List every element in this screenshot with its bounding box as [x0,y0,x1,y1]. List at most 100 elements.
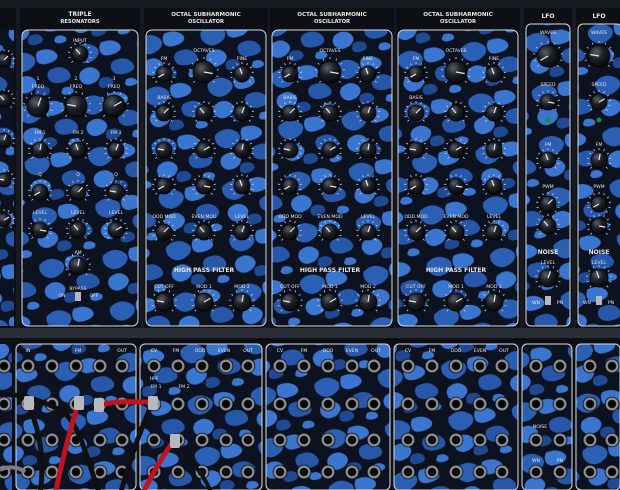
patch-jack[interactable] [424,464,440,480]
jack-label: FM 2 [179,384,190,390]
patch-jack[interactable] [604,358,620,374]
patch-jack[interactable] [424,396,440,412]
bypass-toggle[interactable] [75,292,81,301]
patch-jack[interactable] [552,432,568,448]
patch-jack[interactable] [528,464,544,480]
patch-jack[interactable] [448,358,464,374]
patch-jack[interactable] [320,432,336,448]
patch-jack[interactable] [424,432,440,448]
patch-jack[interactable] [218,358,234,374]
patch-jack[interactable] [494,464,510,480]
jack-label: OUT [117,348,127,354]
patch-jack[interactable] [296,432,312,448]
patch-jack[interactable] [552,464,568,480]
label: FM 1 [35,130,46,136]
patch-jack[interactable] [582,358,598,374]
patch-jack[interactable] [448,396,464,412]
patch-jack[interactable] [424,358,440,374]
patch-jack[interactable] [494,432,510,448]
patch-jack[interactable] [448,464,464,480]
patch-jack[interactable] [0,358,12,374]
patch-jack[interactable] [272,464,288,480]
patch-jack[interactable] [68,464,84,480]
patch-jack[interactable] [582,464,598,480]
label: MOD 1 [448,284,464,290]
patch-jack[interactable] [400,432,416,448]
patch-jack[interactable] [552,396,568,412]
patch-jack[interactable] [0,432,12,448]
patch-jack[interactable] [92,432,108,448]
label: CUT OFF [406,284,426,290]
patch-jack[interactable] [240,464,256,480]
patch-jack[interactable] [114,432,130,448]
patch-jack[interactable] [240,396,256,412]
patch-jack[interactable] [272,432,288,448]
noise-toggle[interactable] [596,296,602,305]
label: FM 2 [73,130,84,136]
patch-jack[interactable] [344,464,360,480]
patch-jack[interactable] [44,432,60,448]
patch-jack[interactable] [582,396,598,412]
patch-jack[interactable] [20,358,36,374]
patch-jack[interactable] [344,358,360,374]
patch-jack[interactable] [296,358,312,374]
patch-jack[interactable] [604,464,620,480]
patch-jack[interactable] [146,358,162,374]
patch-jack[interactable] [604,432,620,448]
patch-jack[interactable] [472,358,488,374]
noise-toggle[interactable] [545,296,551,305]
patch-jack[interactable] [218,464,234,480]
patch-jack[interactable] [400,358,416,374]
patch-jack[interactable] [344,432,360,448]
patch-jack[interactable] [448,432,464,448]
patch-jack[interactable] [582,432,598,448]
patch-jack[interactable] [320,396,336,412]
patch-jack[interactable] [296,396,312,412]
patch-jack[interactable] [170,464,186,480]
patch-jack[interactable] [114,358,130,374]
patch-jack[interactable] [68,358,84,374]
patch-jack[interactable] [400,396,416,412]
patch-jack[interactable] [528,396,544,412]
patch-jack[interactable] [194,358,210,374]
patch-jack[interactable] [400,464,416,480]
patch-jack[interactable] [472,432,488,448]
patch-jack[interactable] [344,396,360,412]
patch-jack[interactable] [272,396,288,412]
patch-jack[interactable] [528,432,544,448]
patch-jack[interactable] [240,358,256,374]
patch-jack[interactable] [92,358,108,374]
patch-jack[interactable] [240,432,256,448]
patch-jack[interactable] [194,432,210,448]
patch-jack[interactable] [44,358,60,374]
patch-jack[interactable] [218,396,234,412]
patch-jack[interactable] [494,396,510,412]
patch-jack[interactable] [218,432,234,448]
patch-jack[interactable] [0,396,12,412]
patch-jack[interactable] [20,432,36,448]
patch-jack[interactable] [552,358,568,374]
patch-jack[interactable] [170,358,186,374]
section-title: NOISE [589,249,610,256]
label: OCTAVES [319,48,340,54]
patch-jack[interactable] [146,432,162,448]
patch-jack[interactable] [366,358,382,374]
patch-jack[interactable] [320,464,336,480]
patch-jack[interactable] [272,358,288,374]
patch-jack[interactable] [194,396,210,412]
patch-jack[interactable] [296,464,312,480]
patch-jack[interactable] [472,396,488,412]
label: ODD MOD [152,214,176,220]
label: SPEED [540,82,555,88]
patch-jack[interactable] [366,396,382,412]
jack-label: OUT [243,348,253,354]
patch-jack[interactable] [170,396,186,412]
patch-jack[interactable] [320,358,336,374]
patch-jack[interactable] [366,432,382,448]
patch-jack[interactable] [366,464,382,480]
patch-jack[interactable] [528,358,544,374]
label: ON [58,293,65,299]
patch-jack[interactable] [604,396,620,412]
patch-jack[interactable] [494,358,510,374]
patch-jack[interactable] [472,464,488,480]
